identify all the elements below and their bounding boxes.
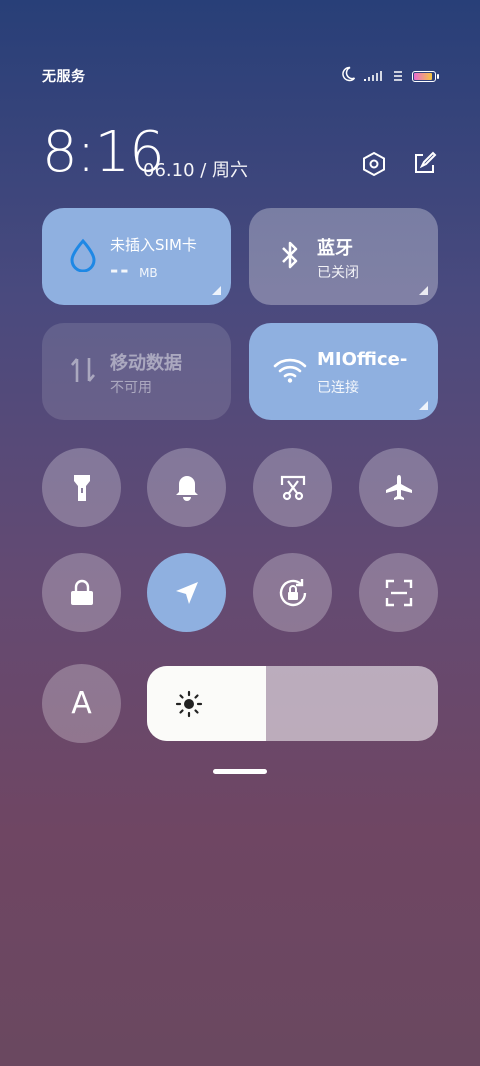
expand-corner-icon	[212, 286, 221, 295]
scissors-icon	[280, 475, 305, 500]
expand-corner-icon	[419, 401, 428, 410]
bluetooth-status: 已关闭	[317, 265, 359, 281]
data-usage-value: --	[110, 258, 131, 282]
wifi-status: 已连接	[317, 380, 359, 396]
mobile-data-status: 不可用	[110, 380, 152, 396]
battery-level	[414, 72, 432, 80]
scanner-toggle[interactable]	[359, 553, 438, 632]
settings-icon[interactable]	[360, 150, 388, 178]
moon-icon	[340, 66, 356, 86]
wifi-tile[interactable]: MIOffice- 已连接	[249, 323, 438, 420]
auto-brightness-label: A	[71, 686, 92, 721]
data-icon	[392, 67, 404, 86]
mobile-data-tile[interactable]: 移动数据 不可用	[42, 323, 231, 420]
lock-screen-toggle[interactable]	[42, 553, 121, 632]
data-usage-value-row: -- MB	[110, 258, 158, 282]
brightness-fill	[147, 666, 267, 741]
battery-icon	[412, 70, 439, 82]
expand-corner-icon	[419, 286, 428, 295]
airplane-icon	[385, 474, 412, 500]
bell-icon	[175, 475, 198, 501]
date-label: 06.10 / 周六	[143, 160, 249, 181]
location-toggle[interactable]	[147, 553, 226, 632]
header-actions	[360, 150, 438, 178]
flashlight-toggle[interactable]	[42, 448, 121, 527]
home-indicator[interactable]	[213, 769, 267, 774]
wifi-icon	[273, 353, 307, 387]
location-arrow-icon	[175, 581, 198, 604]
mobile-data-title: 移动数据	[110, 353, 182, 374]
bluetooth-tile[interactable]: 蓝牙 已关闭	[249, 208, 438, 305]
ringer-toggle[interactable]	[147, 448, 226, 527]
bluetooth-title: 蓝牙	[317, 238, 353, 259]
edit-icon[interactable]	[410, 150, 438, 178]
data-usage-tile[interactable]: 未插入SIM卡 -- MB	[42, 208, 231, 305]
data-arrows-icon	[66, 353, 100, 387]
auto-brightness-toggle[interactable]: A	[42, 664, 121, 743]
carrier-status: 无服务	[42, 69, 86, 85]
status-icons	[340, 66, 439, 86]
auto-rotate-toggle[interactable]	[253, 553, 332, 632]
data-usage-unit: MB	[139, 266, 158, 280]
brightness-slider[interactable]	[147, 666, 438, 741]
wifi-ssid: MIOffice-	[317, 349, 408, 370]
rotate-lock-icon	[279, 578, 306, 606]
sun-icon	[175, 690, 203, 722]
airplane-toggle[interactable]	[359, 448, 438, 527]
data-usage-title: 未插入SIM卡	[110, 236, 197, 254]
scan-icon	[385, 579, 412, 606]
bluetooth-icon	[273, 238, 307, 272]
screenshot-toggle[interactable]	[253, 448, 332, 527]
signal-icon	[364, 67, 384, 86]
droplet-icon	[66, 238, 100, 272]
lock-icon	[70, 579, 93, 605]
flashlight-icon	[73, 474, 90, 501]
